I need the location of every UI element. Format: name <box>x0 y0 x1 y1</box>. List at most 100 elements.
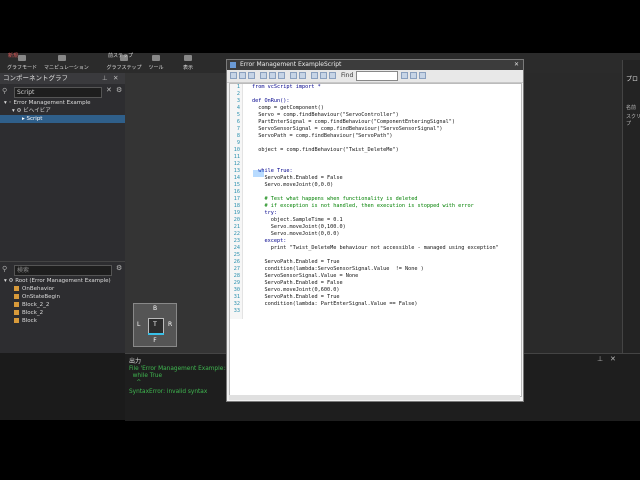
view-cube-bottom[interactable]: F <box>134 337 176 344</box>
block-icon <box>14 286 19 291</box>
save-icon[interactable] <box>248 72 255 79</box>
tree-item-behaviour[interactable]: ▾ ⚙ ビヘイビア <box>0 107 125 115</box>
code-line[interactable]: 3 def OnRun(): <box>230 98 521 105</box>
line-number: 27 <box>233 266 240 272</box>
line-number: 24 <box>233 245 240 251</box>
horizontal-scrollbar[interactable] <box>229 395 520 400</box>
editor-titlebar[interactable]: Error Management ExampleScript ✕ <box>227 60 523 70</box>
code-line[interactable]: 1 from vcScript import * <box>230 84 521 91</box>
line-number: 10 <box>233 147 240 153</box>
code-line[interactable]: 25 <box>230 252 521 259</box>
code-text: Servo.moveJoint(0,0.0) <box>252 182 334 188</box>
code-line[interactable]: 2 <box>230 91 521 98</box>
code-editor[interactable]: 1 from vcScript import * 2 3 def OnRun(): 4 c… <box>229 83 522 397</box>
code-line[interactable]: 13 while True: <box>230 168 521 175</box>
code-line[interactable]: 15 Servo.moveJoint(0,0.0) <box>230 182 521 189</box>
code-line[interactable]: 22 Servo.moveJoint(0,0.0) <box>230 231 521 238</box>
new-icon[interactable] <box>230 72 237 79</box>
pin-icon[interactable]: ⊥ <box>102 73 108 84</box>
tree-item-script[interactable]: ▸ Script <box>0 115 125 123</box>
code-line[interactable]: 14 ServoPath.Enabled = False <box>230 175 521 182</box>
code-line[interactable]: 30 Servo.moveJoint(0,600.0) <box>230 287 521 294</box>
tree-item[interactable]: OnBehavior <box>0 285 125 293</box>
tree-item-root[interactable]: ▾ ◦ Error Management Example <box>0 99 125 107</box>
code-line[interactable]: 5 Servo = comp.findBehaviour("ServoContr… <box>230 112 521 119</box>
line-number: 1 <box>236 84 240 90</box>
redo-icon[interactable] <box>299 72 306 79</box>
code-line[interactable]: 19 try: <box>230 210 521 217</box>
close-icon[interactable]: ✕ <box>514 60 519 70</box>
copy-icon[interactable] <box>269 72 276 79</box>
output-line: ^ <box>129 380 142 386</box>
tool-button[interactable]: ツール <box>146 53 166 73</box>
close-icon[interactable]: ✕ <box>113 73 118 84</box>
code-line[interactable]: 27 condition(lambda:ServoSensorSignal.Va… <box>230 266 521 273</box>
view-cube-right[interactable]: R <box>168 321 172 328</box>
find-next-icon[interactable] <box>401 72 408 79</box>
indent-icon[interactable] <box>311 72 318 79</box>
pin-icon[interactable]: ⊥ <box>597 355 603 363</box>
code-text: # Test what happens when functionality i… <box>252 196 418 202</box>
tree-item[interactable]: OnStateBegin <box>0 293 125 301</box>
code-line[interactable]: 11 <box>230 154 521 161</box>
paste-icon[interactable] <box>278 72 285 79</box>
code-line[interactable]: 12 <box>230 161 521 168</box>
code-line[interactable]: 23 except: <box>230 238 521 245</box>
code-line[interactable]: 20 object.SampleTime = 0.1 <box>230 217 521 224</box>
code-line[interactable]: 4 comp = getComponent() <box>230 105 521 112</box>
code-line[interactable]: 18 # if exception is not handled, then e… <box>230 203 521 210</box>
find-input[interactable] <box>356 71 398 81</box>
tree-label: Error Management Example <box>13 100 91 106</box>
code-text: comp = getComponent() <box>252 105 324 111</box>
settings-icon[interactable]: ⚙ <box>116 86 122 94</box>
tree-item[interactable]: ▾ ⚙ Root (Error Management Example) <box>0 277 125 285</box>
code-line[interactable]: 31 ServoPath.Enabled = True <box>230 294 521 301</box>
code-line[interactable]: 28 ServoSensorSignal.Value = None <box>230 273 521 280</box>
settings-icon[interactable]: ⚙ <box>116 264 122 272</box>
code-line[interactable]: 24 print "Twist_DeleteMe behaviour not a… <box>230 245 521 252</box>
code-line[interactable]: 10 object = comp.findBehaviour("Twist_De… <box>230 147 521 154</box>
open-icon[interactable] <box>239 72 246 79</box>
line-number: 7 <box>236 126 240 132</box>
output-title: 出力 <box>129 358 142 365</box>
tree-item[interactable]: Block <box>0 317 125 325</box>
code-text: # if exception is not handled, then exec… <box>252 203 474 209</box>
search-input-2[interactable]: 検索 <box>14 265 112 276</box>
view-cube-top[interactable]: B <box>134 305 176 312</box>
toolbar-label: グラフステップ <box>106 65 142 71</box>
line-number: 16 <box>233 189 240 195</box>
tree-item[interactable]: Block_2 <box>0 309 125 317</box>
code-line[interactable]: 33 <box>230 308 521 315</box>
undo-icon[interactable] <box>290 72 297 79</box>
view-button[interactable]: 表示 <box>178 53 198 73</box>
code-line[interactable]: 16 <box>230 189 521 196</box>
cut-icon[interactable] <box>260 72 267 79</box>
code-line[interactable]: 26 ServoPath.Enabled = True <box>230 259 521 266</box>
outdent-icon[interactable] <box>320 72 327 79</box>
close-search-icon[interactable]: ✕ <box>106 86 112 94</box>
view-cube[interactable]: B L T R F <box>133 303 177 347</box>
line-number: 3 <box>236 98 240 104</box>
code-line[interactable]: 6 PartEnterSignal = comp.findBehaviour("… <box>230 119 521 126</box>
blank-code-area[interactable] <box>230 319 521 396</box>
code-line[interactable]: 29 ServoPath.Enabled = False <box>230 280 521 287</box>
new-label[interactable]: 新規 <box>8 52 18 59</box>
code-line[interactable]: 9 <box>230 140 521 147</box>
prev-step-label[interactable]: 前ステップ <box>108 52 133 59</box>
comment-icon[interactable] <box>329 72 336 79</box>
code-line[interactable]: 32 condition(lambda: PartEnterSignal.Val… <box>230 301 521 308</box>
code-line[interactable]: 8 ServoPath = comp.findBehaviour("ServoP… <box>230 133 521 140</box>
search-input[interactable]: Script <box>14 87 102 98</box>
code-line[interactable]: 21 Servo.moveJoint(0,100.0) <box>230 224 521 231</box>
view-cube-indicator <box>148 333 164 335</box>
code-line[interactable]: 17 # Test what happens when functionalit… <box>230 196 521 203</box>
highlight-icon[interactable] <box>419 72 426 79</box>
tree-item[interactable]: Block_2_2 <box>0 301 125 309</box>
code-line[interactable]: 7 ServoSensorSignal = comp.findBehaviour… <box>230 126 521 133</box>
find-prev-icon[interactable] <box>410 72 417 79</box>
close-icon[interactable]: ✕ <box>610 355 616 363</box>
manipulation-button[interactable]: マニピュレーション <box>44 53 89 73</box>
filter-icon[interactable]: ⚲ <box>2 87 10 95</box>
tree-label: Block <box>22 318 37 324</box>
code-text: ServoPath.Enabled = False <box>252 175 343 181</box>
